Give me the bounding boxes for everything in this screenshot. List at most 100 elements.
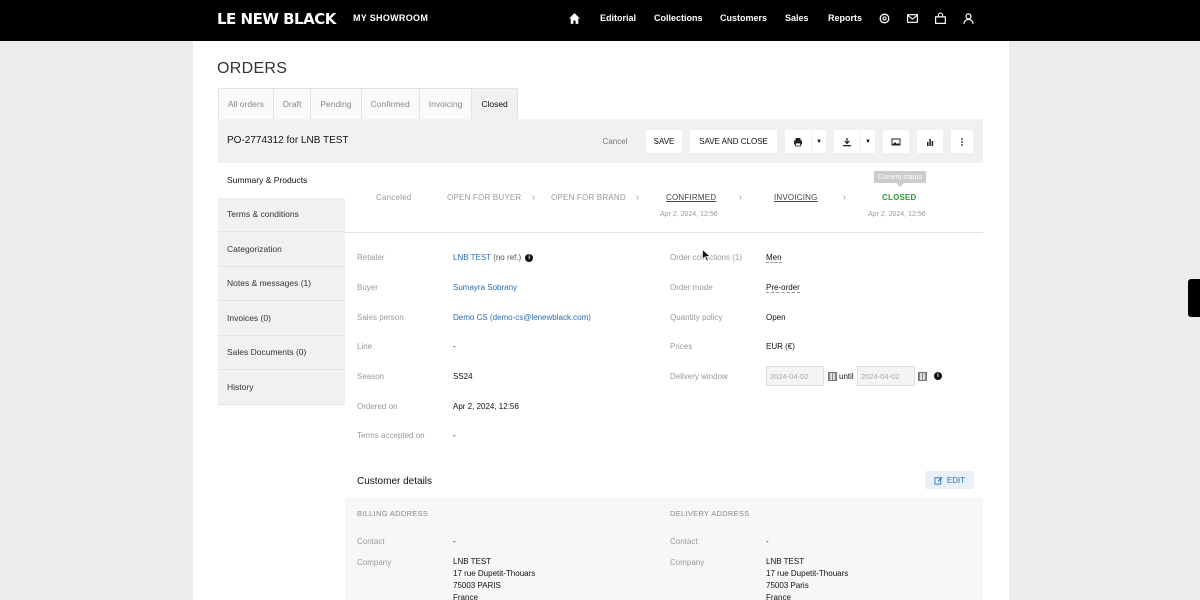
gear-icon[interactable] xyxy=(877,11,891,25)
download-icon xyxy=(843,137,851,146)
step-canceled: Canceled xyxy=(376,193,412,202)
feedback-side-tab[interactable] xyxy=(1188,279,1200,317)
delivery-street-line: 17 rue Dupetit-Thouars xyxy=(766,569,849,578)
menu-history[interactable]: History xyxy=(218,370,345,405)
order-status-tabs: All orders Draft Pending Confirmed Invoi… xyxy=(218,88,518,119)
order-title: PO-2774312 for LNB TEST xyxy=(227,135,349,146)
info-icon[interactable]: i xyxy=(525,253,534,262)
billing-company-line: LNB TEST xyxy=(453,557,492,566)
step-chevron-icon: › xyxy=(843,192,846,202)
terms-accepted-value: - xyxy=(453,431,456,440)
step-closed-date: Apr 2, 2024, 12:56 xyxy=(868,211,926,218)
tab-invoicing[interactable]: Invoicing xyxy=(418,88,473,119)
customer-address-area xyxy=(345,498,983,600)
tab-closed[interactable]: Closed xyxy=(471,88,518,119)
tab-draft[interactable]: Draft xyxy=(272,88,312,119)
delivery-info: i xyxy=(930,371,942,380)
buyer-link[interactable]: Sumayra Sobrany xyxy=(453,283,517,292)
download-button[interactable] xyxy=(834,130,860,153)
prices-value: EUR (€) xyxy=(766,342,795,351)
more-options-button[interactable] xyxy=(951,130,973,153)
calendar-icon[interactable] xyxy=(918,372,927,381)
billing-company-label: Company xyxy=(357,558,392,567)
tab-pending[interactable]: Pending xyxy=(310,88,362,119)
billing-contact-value: - xyxy=(453,537,456,546)
image-icon xyxy=(891,138,901,145)
nav-reports[interactable]: Reports xyxy=(828,13,862,23)
inbox-icon[interactable] xyxy=(905,11,919,25)
sales-person-link[interactable]: Demo CS (demo-cs@lenewblack.com) xyxy=(453,313,591,322)
tab-confirmed[interactable]: Confirmed xyxy=(360,88,420,119)
step-open-for-brand: OPEN FOR BRAND xyxy=(551,193,626,202)
step-confirmed: CONFIRMED xyxy=(666,193,717,202)
info-icon[interactable]: i xyxy=(934,371,942,380)
bar-chart-icon xyxy=(927,138,934,146)
menu-terms-conditions[interactable]: Terms & conditions xyxy=(218,197,345,232)
menu-sales-documents[interactable]: Sales Documents (0) xyxy=(218,335,345,370)
step-closed: CLOSED xyxy=(882,193,917,202)
nav-sales[interactable]: Sales xyxy=(785,13,809,23)
billing-street-line: 17 rue Dupetit-Thouars xyxy=(453,569,536,578)
billing-city-line: 75003 PARIS xyxy=(453,581,501,590)
edit-label: EDIT xyxy=(946,475,966,485)
page-title: ORDERS xyxy=(217,60,288,77)
edit-customer-button[interactable]: EDIT xyxy=(925,471,974,489)
order-mode-label: Order mode xyxy=(670,283,713,292)
delivery-to-input[interactable]: 2024-04-02 xyxy=(857,366,915,386)
sales-person-label: Sales person xyxy=(357,313,404,322)
menu-invoices[interactable]: Invoices (0) xyxy=(218,301,345,336)
printer-icon xyxy=(794,137,802,146)
menu-categorization[interactable]: Categorization xyxy=(218,232,345,267)
step-chevron-icon: › xyxy=(532,192,535,202)
image-button[interactable] xyxy=(883,130,909,153)
step-chevron-icon: › xyxy=(636,192,639,202)
nav-editorial[interactable]: Editorial xyxy=(600,13,636,23)
retailer-ref: (no ref.) xyxy=(493,253,522,262)
delivery-contact-label: Contact xyxy=(670,537,698,546)
print-dropdown-caret[interactable]: ▼ xyxy=(812,130,826,153)
current-status-tooltip: Current status xyxy=(874,171,926,187)
billing-contact-label: Contact xyxy=(357,537,385,546)
edit-icon xyxy=(934,476,943,485)
billing-country-line: France xyxy=(453,593,478,600)
menu-summary-products[interactable]: Summary & Products xyxy=(218,163,345,198)
save-button[interactable]: SAVE xyxy=(646,130,682,153)
more-vertical-icon xyxy=(961,137,963,146)
step-chevron-icon: › xyxy=(739,192,742,202)
terms-accepted-label: Terms accepted on xyxy=(357,431,425,440)
order-section-menu: Summary & Products Terms & conditions Ca… xyxy=(218,163,345,405)
cancel-button[interactable]: Cancel xyxy=(599,130,631,153)
order-status-steps: Current status Canceled OPEN FOR BUYER ›… xyxy=(345,163,983,233)
mouse-cursor-icon xyxy=(702,249,711,262)
quantity-policy-label: Quantity policy xyxy=(670,313,723,322)
home-icon[interactable] xyxy=(567,11,581,25)
ordered-on-value: Apr 2, 2024, 12:56 xyxy=(453,402,519,411)
delivery-city-line: 75003 Paris xyxy=(766,581,809,590)
nav-collections[interactable]: Collections xyxy=(654,13,703,23)
tab-all-orders[interactable]: All orders xyxy=(218,88,274,119)
delivery-from-input[interactable]: 2024-04-02 xyxy=(766,366,824,386)
save-and-close-button[interactable]: SAVE AND CLOSE xyxy=(690,130,777,153)
calendar-icon[interactable] xyxy=(828,372,837,381)
brand-logo[interactable]: LE NEW BLACK xyxy=(217,10,336,28)
stats-button[interactable] xyxy=(917,130,943,153)
order-collections-value[interactable]: Men xyxy=(766,253,782,263)
retailer-value: LNB TEST (no ref.) i xyxy=(453,253,534,262)
billing-address-heading: BILLING ADDRESS xyxy=(357,509,429,518)
print-button[interactable] xyxy=(785,130,811,153)
showroom-link[interactable]: MY SHOWROOM xyxy=(353,13,428,23)
top-nav: LE NEW BLACK MY SHOWROOM Editorial Colle… xyxy=(0,0,1200,41)
download-dropdown-caret[interactable]: ▼ xyxy=(861,130,875,153)
line-label: Line xyxy=(357,342,373,351)
nav-customers[interactable]: Customers xyxy=(720,13,767,23)
season-value: SS24 xyxy=(453,372,473,381)
retailer-link[interactable]: LNB TEST xyxy=(453,253,491,262)
delivery-contact-value: - xyxy=(766,537,769,546)
user-icon[interactable] xyxy=(961,11,975,25)
menu-notes-messages[interactable]: Notes & messages (1) xyxy=(218,266,345,301)
bag-icon[interactable] xyxy=(933,11,947,25)
season-label: Season xyxy=(357,372,385,381)
line-value: - xyxy=(453,342,456,351)
order-toolbar: PO-2774312 for LNB TEST Cancel SAVE SAVE… xyxy=(218,119,983,163)
order-mode-value[interactable]: Pre-order xyxy=(766,283,800,293)
